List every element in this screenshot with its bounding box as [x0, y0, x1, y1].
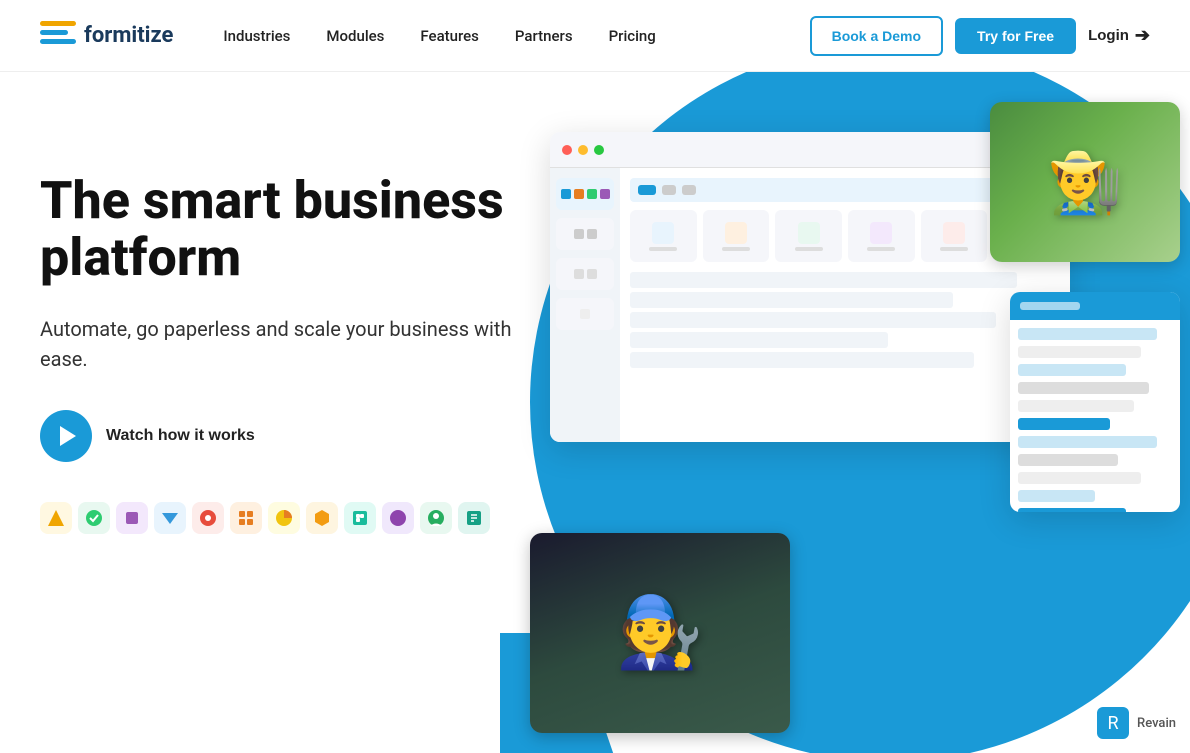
window-maximize-dot — [594, 145, 604, 155]
toolbar-tab-inactive-2 — [682, 185, 696, 195]
right-panel-mockup — [1010, 292, 1180, 512]
right-panel-body — [1010, 320, 1180, 512]
hero-content-left: The smart business platform Automate, go… — [40, 172, 520, 534]
try-free-button[interactable]: Try for Free — [955, 18, 1076, 54]
watch-label: Watch how it works — [106, 427, 255, 445]
grid-card-4 — [848, 210, 915, 262]
nav-partners[interactable]: Partners — [515, 27, 573, 45]
sidebar-icon-block-1 — [556, 178, 614, 210]
hero-title: The smart business platform — [40, 172, 520, 286]
nav-features[interactable]: Features — [420, 27, 478, 45]
grid-card-5 — [921, 210, 988, 262]
rp-row-7 — [1018, 454, 1118, 466]
hero-subtitle: Automate, go paperless and scale your bu… — [40, 314, 520, 374]
right-panel-header — [1010, 292, 1180, 320]
mockup-sidebar — [550, 168, 620, 442]
app-icons-row — [40, 502, 520, 534]
app-icon-11[interactable] — [420, 502, 452, 534]
app-icon-9[interactable] — [344, 502, 376, 534]
login-button[interactable]: Login ➔ — [1088, 25, 1150, 46]
app-icon-7[interactable] — [268, 502, 300, 534]
grid-card-1 — [630, 210, 697, 262]
grid-card-3 — [775, 210, 842, 262]
revain-badge: R Revain — [1097, 707, 1176, 739]
nav-actions: Book a Demo Try for Free Login ➔ — [810, 16, 1150, 56]
farmer-illustration: 👨‍🌾 — [1048, 147, 1123, 218]
hero-section: The smart business platform Automate, go… — [0, 72, 1190, 753]
list-row-1 — [630, 272, 1017, 288]
app-icon-5[interactable] — [192, 502, 224, 534]
rp-row-2 — [1018, 346, 1141, 358]
logo-link[interactable]: formitize — [40, 21, 173, 51]
app-icon-10[interactable] — [382, 502, 414, 534]
rp-header-line — [1020, 302, 1080, 310]
list-row-2 — [630, 292, 953, 308]
toolbar-tab-inactive — [662, 185, 676, 195]
logo-icon — [40, 21, 76, 51]
mechanic-illustration: 🧑‍🔧 — [616, 592, 703, 674]
sidebar-icon-block-4 — [556, 298, 614, 330]
app-icon-4[interactable] — [154, 502, 186, 534]
app-icon-12[interactable] — [458, 502, 490, 534]
sidebar-icon-block-2 — [556, 218, 614, 250]
app-icon-3[interactable] — [116, 502, 148, 534]
hero-visuals-right: 👨‍🌾 🧑‍🔧 — [490, 72, 1190, 753]
rp-row-1 — [1018, 328, 1157, 340]
login-label: Login — [1088, 27, 1129, 44]
rp-row-accent — [1018, 418, 1110, 430]
sidebar-icon-block-3 — [556, 258, 614, 290]
navbar: formitize Industries Modules Features Pa… — [0, 0, 1190, 72]
app-icon-6[interactable] — [230, 502, 262, 534]
window-close-dot — [562, 145, 572, 155]
toolbar-tab-active — [638, 185, 656, 195]
rp-row-5 — [1018, 400, 1134, 412]
watch-video-button[interactable]: Watch how it works — [40, 410, 255, 462]
content-list — [630, 272, 1060, 368]
rp-row-4 — [1018, 382, 1149, 394]
window-minimize-dot — [578, 145, 588, 155]
grid-card-2 — [703, 210, 770, 262]
login-arrow-icon: ➔ — [1135, 25, 1150, 46]
app-icon-8[interactable] — [306, 502, 338, 534]
nav-pricing[interactable]: Pricing — [609, 27, 656, 45]
logo-text: formitize — [84, 23, 173, 48]
list-row-3 — [630, 312, 996, 328]
rp-row-9 — [1018, 490, 1095, 502]
rp-row-8 — [1018, 472, 1141, 484]
book-demo-button[interactable]: Book a Demo — [810, 16, 943, 56]
list-row-5 — [630, 352, 974, 368]
app-icon-1[interactable] — [40, 502, 72, 534]
nav-modules[interactable]: Modules — [326, 27, 384, 45]
revain-text: Revain — [1137, 716, 1176, 731]
farmer-photo: 👨‍🌾 — [990, 102, 1180, 262]
nav-links: Industries Modules Features Partners Pri… — [223, 27, 809, 45]
rp-row-3 — [1018, 364, 1126, 376]
nav-industries[interactable]: Industries — [223, 27, 290, 45]
play-triangle-icon — [60, 426, 76, 446]
mechanic-photo: 🧑‍🔧 — [530, 533, 790, 733]
app-icon-2[interactable] — [78, 502, 110, 534]
list-row-4 — [630, 332, 888, 348]
play-circle-icon — [40, 410, 92, 462]
rp-row-6 — [1018, 436, 1157, 448]
rp-row-accent-2 — [1018, 508, 1126, 512]
revain-icon: R — [1097, 707, 1129, 739]
